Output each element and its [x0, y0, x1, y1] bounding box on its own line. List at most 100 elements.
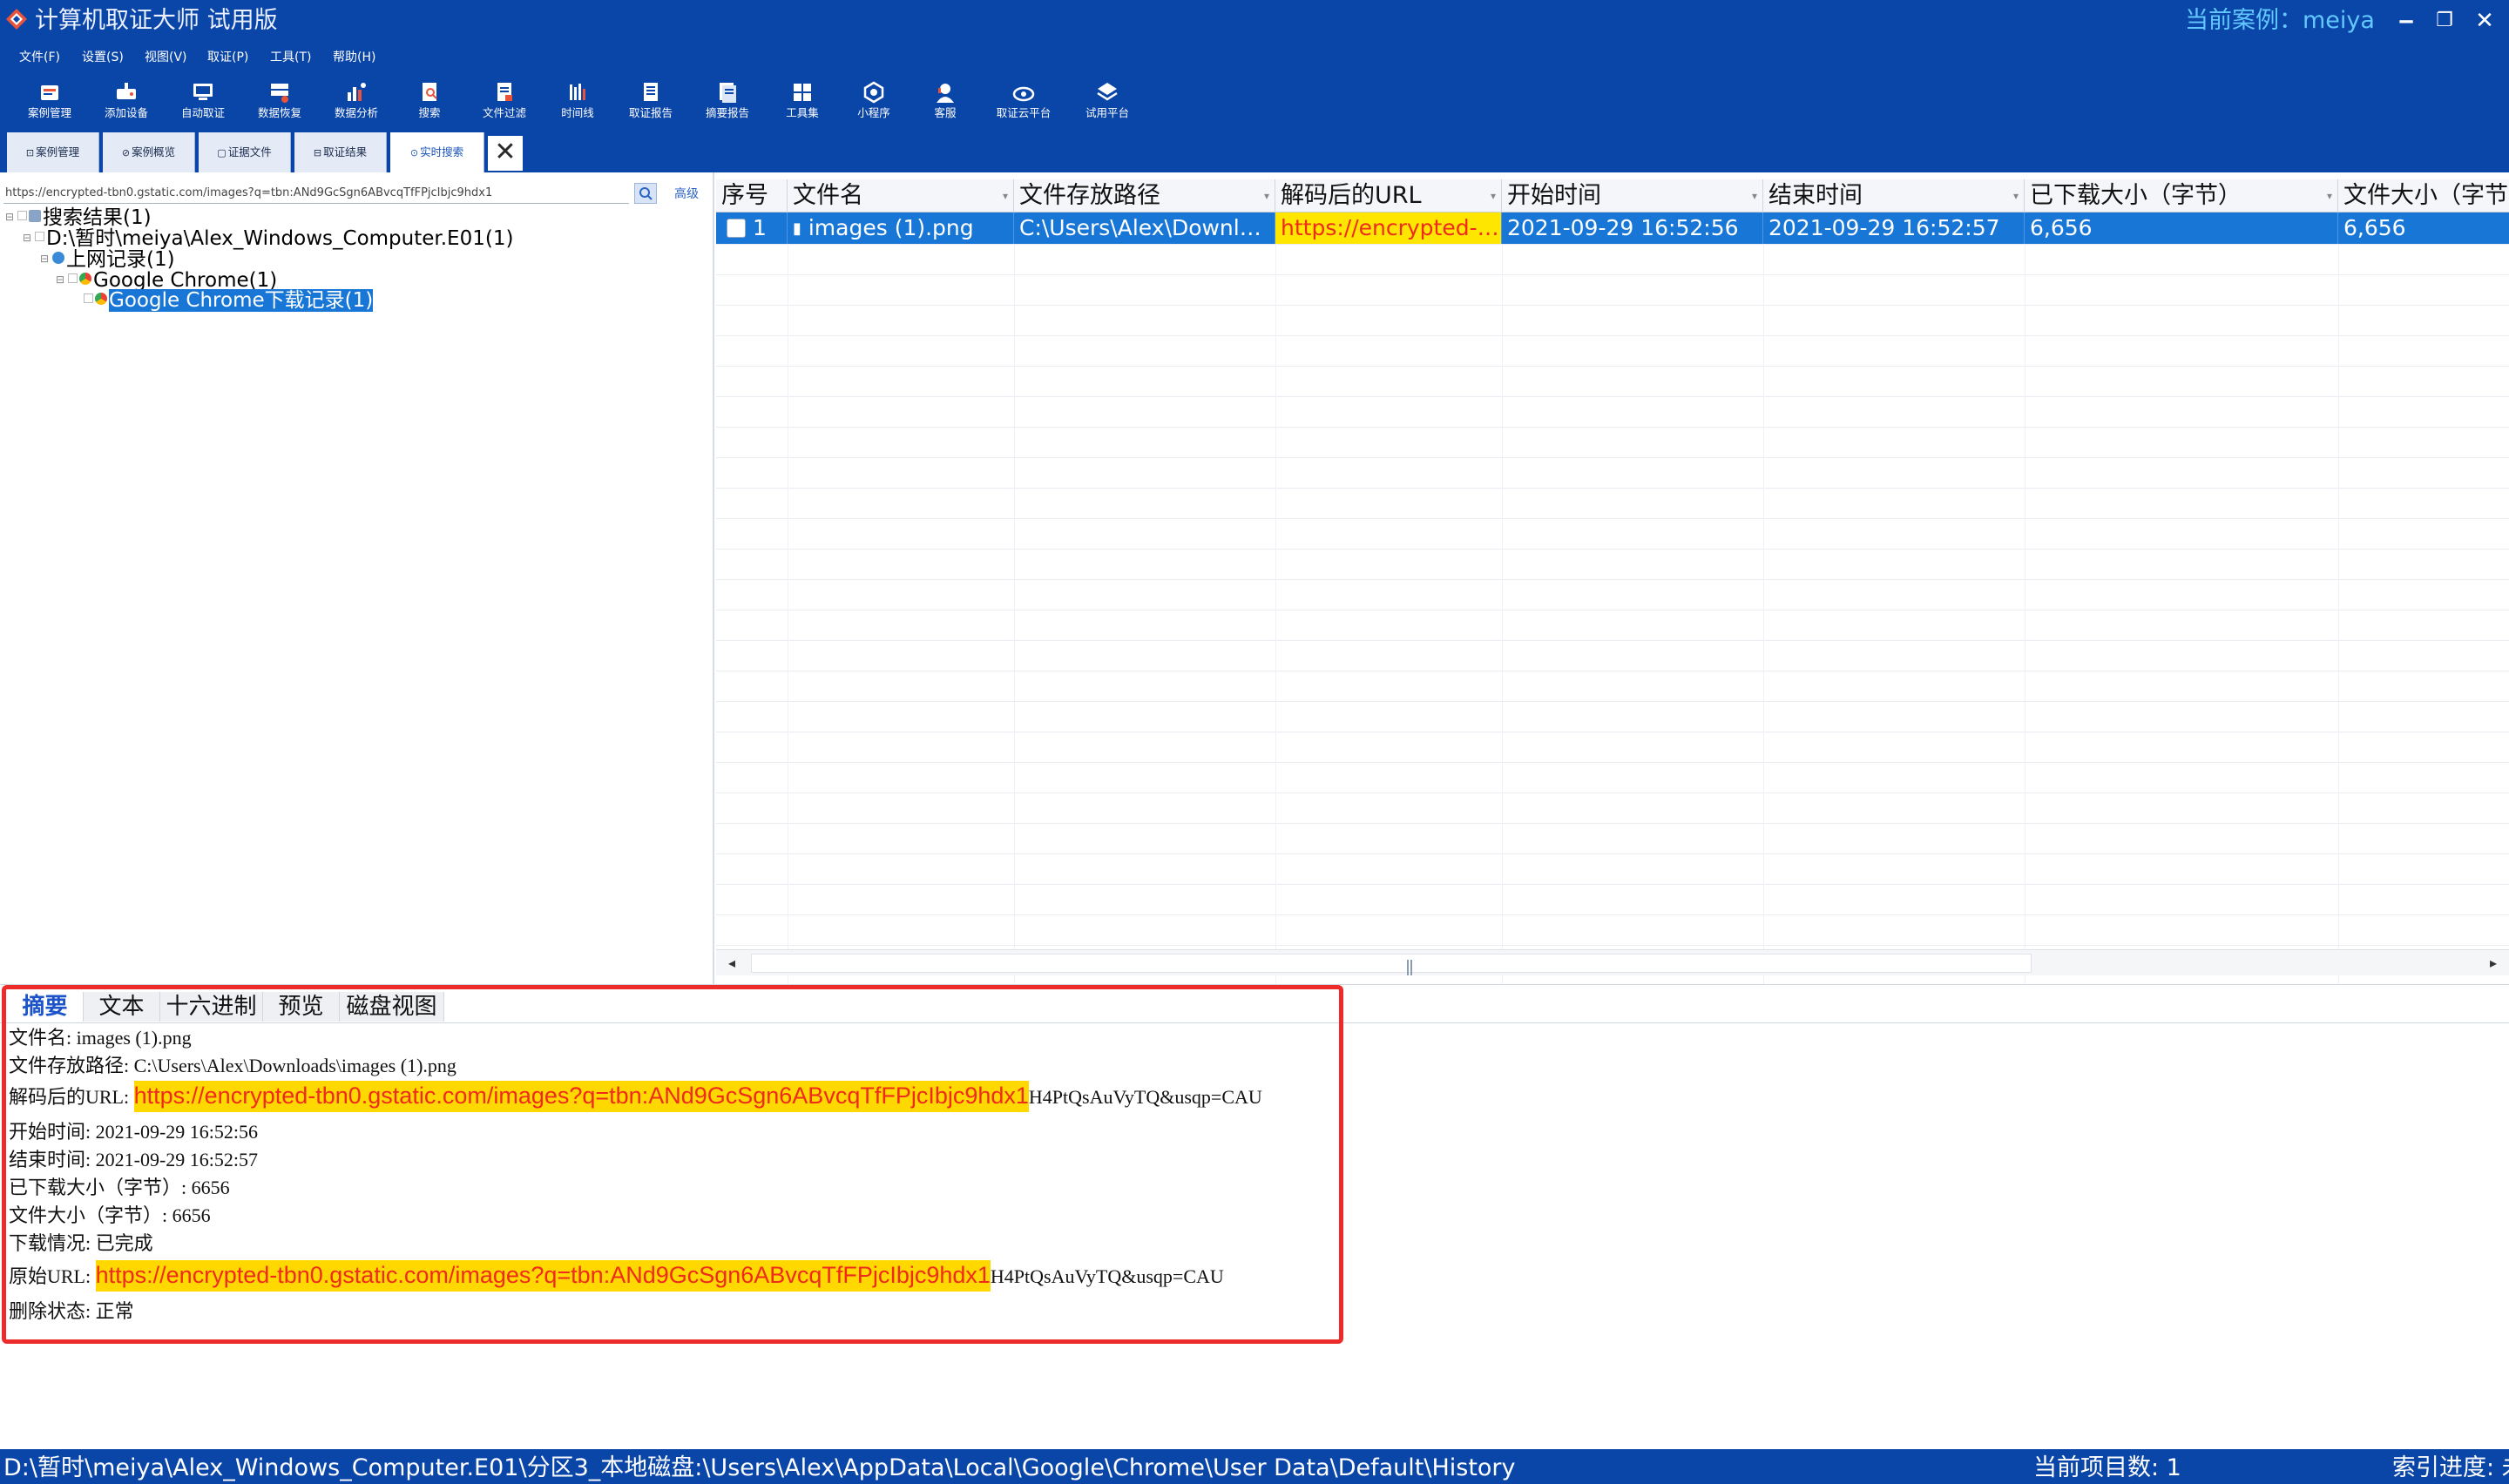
status-index-progress: 索引进度: 未	[2392, 1454, 2509, 1481]
collapse-toggle-icon[interactable]: ⊟	[40, 247, 52, 270]
decoded-url-highlight[interactable]: https://encrypted-tbn0.gstatic.com/image…	[133, 1081, 1029, 1112]
tab-label: 实时搜索	[420, 145, 464, 159]
tab-preview[interactable]: 预览	[263, 992, 340, 1022]
close-tab-icon[interactable]: ✕	[488, 136, 523, 171]
tab-case-manage[interactable]: ⊡ 案例管理	[7, 132, 99, 172]
column-header-downloaded-size[interactable]: 已下载大小（字节） ▾	[2025, 179, 2338, 212]
data-recovery-button[interactable]: 数据恢复	[244, 80, 315, 131]
grip-icon	[1407, 960, 1412, 975]
column-header-file-name[interactable]: 文件名 ▾	[788, 179, 1014, 212]
tree-node-browser-history[interactable]: ⊟ 上网记录(1)	[40, 247, 175, 271]
column-header-index[interactable]: 序号	[716, 179, 788, 212]
current-case-label: 当前案例：meiya	[2185, 7, 2375, 34]
restore-button[interactable]: ❐	[2425, 3, 2464, 38]
timeline-icon	[570, 84, 585, 100]
tab-icon: ▢	[217, 147, 227, 159]
forensic-report-button[interactable]: 取证报告	[615, 80, 686, 131]
original-url-highlight[interactable]: https://encrypted-tbn0.gstatic.com/image…	[95, 1260, 991, 1292]
tree-checkbox[interactable]	[84, 293, 93, 303]
cloud-platform-button[interactable]: 取证云平台	[988, 80, 1059, 131]
sort-icon[interactable]: ▾	[1752, 179, 1757, 212]
grid-line	[1502, 244, 1503, 984]
tab-label: 案例概览	[132, 145, 176, 159]
tree-checkbox[interactable]	[17, 211, 27, 220]
detail-decoded-url: 解码后的URL: https://encrypted-tbn0.gstatic.…	[9, 1081, 1262, 1112]
sort-icon[interactable]: ▾	[1264, 179, 1269, 212]
tree-node-evidence-file[interactable]: ⊟ D:\暂时\meiya\Alex_Windows_Computer.E01(1…	[23, 226, 513, 250]
data-analysis-button[interactable]: 数据分析	[321, 80, 392, 131]
summary-report-icon	[720, 83, 736, 103]
collapse-toggle-icon[interactable]: ⊟	[23, 226, 35, 249]
row-checkbox[interactable]	[727, 219, 746, 238]
grid-line	[716, 518, 2509, 519]
summary-report-button[interactable]: 摘要报告	[692, 80, 763, 131]
tree-checkbox[interactable]	[68, 273, 78, 283]
cell-path: C:\Users\Alex\Downloa...	[1014, 212, 1275, 244]
menu-view[interactable]: 视图(V)	[145, 49, 187, 66]
menu-help[interactable]: 帮助(H)	[333, 49, 375, 66]
auto-forensics-button[interactable]: 自动取证	[167, 80, 239, 131]
horizontal-scrollbar[interactable]: ◂ ▸	[716, 949, 2509, 975]
advanced-search-link[interactable]: 高级	[674, 185, 699, 202]
sort-icon[interactable]: ▾	[2013, 179, 2019, 212]
toolbar: 案例管理 添加设备 自动取证 数据恢复 数据分析 搜索 文件过滤 时间线 取证报…	[0, 75, 2509, 132]
menu-file[interactable]: 文件(F)	[19, 49, 60, 66]
case-manage-button[interactable]: 案例管理	[14, 80, 85, 131]
scrollbar-thumb[interactable]	[751, 954, 2032, 975]
timeline-button[interactable]: 时间线	[542, 80, 613, 131]
chrome-icon	[95, 293, 107, 305]
tree-checkbox[interactable]	[35, 232, 44, 241]
column-header-decoded-url[interactable]: 解码后的URL ▾	[1275, 179, 1502, 212]
minimize-button[interactable]: ‒	[2387, 3, 2425, 38]
scroll-left-icon[interactable]: ◂	[721, 953, 742, 974]
search-input[interactable]	[3, 183, 629, 204]
mini-program-icon	[863, 81, 884, 104]
detail-downloaded-size: 已下载大小（字节）: 6656	[9, 1177, 230, 1198]
tree-node-chrome-downloads[interactable]: Google Chrome下载记录(1)	[84, 289, 374, 312]
menu-tools[interactable]: 工具(T)	[270, 49, 311, 66]
column-header-file-size[interactable]: 文件大小（字节）	[2338, 179, 2509, 212]
detail-label: 原始URL:	[9, 1265, 96, 1287]
collapse-toggle-icon[interactable]: ⊟	[5, 206, 17, 228]
sort-icon[interactable]: ▾	[1003, 179, 1008, 212]
add-device-button[interactable]: 添加设备	[91, 80, 162, 131]
table-row[interactable]: 1 ▮ images (1).png C:\Users\Alex\Downloa…	[716, 212, 2509, 244]
tab-summary[interactable]: 摘要	[7, 992, 84, 1022]
toolbar-label: 工具集	[786, 106, 819, 119]
menu-forensics[interactable]: 取证(P)	[207, 49, 248, 66]
cell-downloaded-size: 6,656	[2025, 212, 2338, 244]
column-header-label: 解码后的URL	[1281, 182, 1422, 209]
status-path: D:\暂时\meiya\Alex_Windows_Computer.E01\分区…	[3, 1454, 1516, 1481]
tree-node-search-results[interactable]: ⊟ 搜索结果(1)	[5, 206, 152, 229]
tab-icon: ⊟	[313, 147, 322, 159]
tab-realtime-search[interactable]: ⊙ 实时搜索	[390, 132, 484, 174]
toolset-button[interactable]: 工具集	[767, 80, 838, 131]
close-window-button[interactable]: ✕	[2465, 3, 2504, 38]
add-device-icon	[117, 83, 136, 99]
cell-decoded-url[interactable]: https://encrypted-tb...	[1275, 212, 1502, 244]
column-header-path[interactable]: 文件存放路径 ▾	[1014, 179, 1275, 212]
collapse-toggle-icon[interactable]: ⊟	[56, 268, 68, 291]
grid-line	[716, 549, 2509, 550]
search-submit-button[interactable]	[634, 183, 657, 204]
mini-program-button[interactable]: 小程序	[838, 80, 910, 131]
file-filter-button[interactable]: 文件过滤	[469, 80, 540, 131]
tab-evidence-files[interactable]: ▢ 证据文件	[199, 132, 291, 172]
sort-icon[interactable]: ▾	[1491, 179, 1496, 212]
toolbar-label: 试用平台	[1085, 106, 1129, 119]
tab-forensic-results[interactable]: ⊟ 取证结果	[294, 132, 387, 172]
tab-hex[interactable]: 十六进制	[160, 992, 263, 1022]
column-header-end-time[interactable]: 结束时间 ▾	[1763, 179, 2025, 212]
tree-node-google-chrome[interactable]: ⊟ Google Chrome(1)	[56, 268, 277, 292]
tab-text[interactable]: 文本	[84, 992, 160, 1022]
tab-disk-view[interactable]: 磁盘视图	[340, 992, 444, 1022]
scroll-right-icon[interactable]: ▸	[2483, 953, 2504, 974]
column-header-start-time[interactable]: 开始时间 ▾	[1502, 179, 1763, 212]
sort-icon[interactable]: ▾	[2327, 179, 2332, 212]
trial-platform-button[interactable]: 试用平台	[1072, 80, 1143, 131]
tab-icon: ⊡	[25, 147, 35, 159]
menu-settings[interactable]: 设置(S)	[82, 49, 124, 66]
customer-service-button[interactable]: 客服	[910, 80, 981, 131]
tab-case-overview[interactable]: ⊘ 案例概览	[103, 132, 195, 172]
search-button[interactable]: 搜索	[394, 80, 465, 131]
